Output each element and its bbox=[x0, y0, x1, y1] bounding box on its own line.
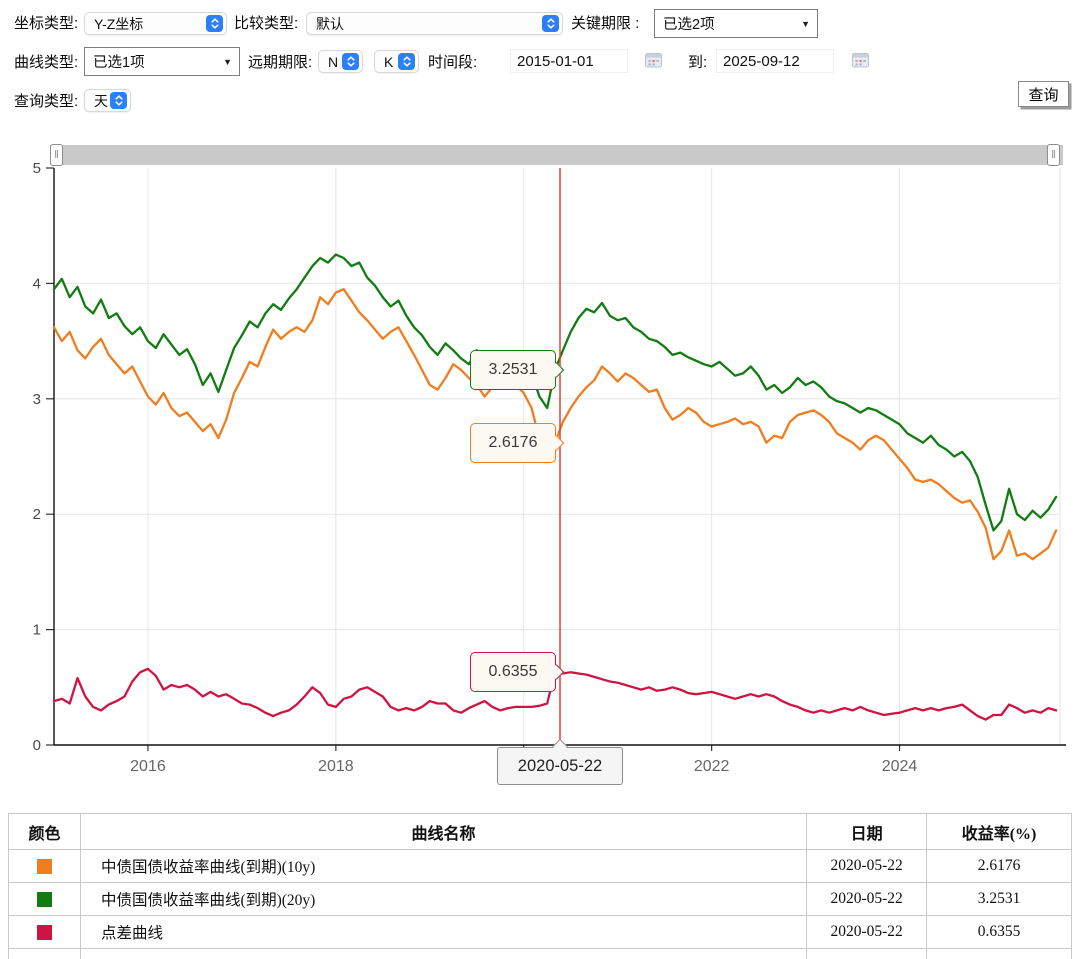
curve-name-cell: 点差曲线 bbox=[80, 916, 806, 949]
yield-value-cell: 2.6176 bbox=[927, 850, 1072, 883]
color-cell bbox=[9, 916, 81, 949]
x-tick-label: 2016 bbox=[130, 758, 166, 775]
series-color-swatch bbox=[37, 892, 52, 907]
y-tick-label: 3 bbox=[33, 391, 41, 408]
table-header-0: 颜色 bbox=[9, 814, 81, 850]
y-tick-label: 4 bbox=[33, 275, 41, 292]
yield-curve-query-page: 坐标类型: Y-Z坐标 比较类型: 默认 关键期限 : 已选2项 ▼ 曲线类型:… bbox=[0, 0, 1080, 959]
date-cell: 2020-05-22 bbox=[807, 850, 927, 883]
yield-value-cell: 0.6355 bbox=[927, 916, 1072, 949]
y-tick-label: 5 bbox=[33, 160, 41, 177]
table-row[interactable]: 中债国债收益率曲线(到期)(10y)2020-05-222.6176 bbox=[9, 850, 1072, 883]
tooltip-spread-value: 0.6355 bbox=[470, 652, 556, 692]
series-line-1 bbox=[54, 255, 1056, 531]
date-cell: 2020-05-22 bbox=[807, 916, 927, 949]
x-tick-label: 2022 bbox=[694, 758, 730, 775]
color-cell bbox=[9, 850, 81, 883]
color-cell bbox=[9, 883, 81, 916]
x-tick-label: 2018 bbox=[318, 758, 354, 775]
empty-cell bbox=[9, 949, 81, 959]
tooltip-10y-value: 2.6176 bbox=[470, 423, 556, 463]
empty-cell bbox=[927, 949, 1072, 959]
x-tick-label: 2024 bbox=[882, 758, 918, 775]
cursor-date-text: 2020-05-22 bbox=[518, 757, 602, 776]
table-header-1: 曲线名称 bbox=[80, 814, 806, 850]
empty-cell bbox=[807, 949, 927, 959]
y-tick-label: 1 bbox=[33, 622, 41, 639]
legend-table-header-row: 颜色曲线名称日期收益率(%) bbox=[9, 814, 1072, 850]
legend-table: 颜色曲线名称日期收益率(%) 中债国债收益率曲线(到期)(10y)2020-05… bbox=[8, 813, 1072, 959]
tooltip-20y-text: 3.2531 bbox=[489, 361, 538, 379]
table-row[interactable]: 点差曲线2020-05-220.6355 bbox=[9, 916, 1072, 949]
tooltip-20y-value: 3.2531 bbox=[470, 350, 556, 390]
cursor-date-box: 2020-05-22 bbox=[497, 747, 623, 785]
table-header-3: 收益率(%) bbox=[927, 814, 1072, 850]
series-color-swatch bbox=[37, 925, 52, 940]
date-cell: 2020-05-22 bbox=[807, 883, 927, 916]
table-row[interactable]: 中债国债收益率曲线(到期)(20y)2020-05-223.2531 bbox=[9, 883, 1072, 916]
tooltip-10y-text: 2.6176 bbox=[489, 434, 538, 452]
yield-value-cell: 3.2531 bbox=[927, 883, 1072, 916]
y-tick-label: 2 bbox=[33, 506, 41, 523]
empty-cell bbox=[80, 949, 806, 959]
y-tick-label: 0 bbox=[33, 737, 41, 754]
tooltip-spread-text: 0.6355 bbox=[489, 663, 538, 681]
series-color-swatch bbox=[37, 859, 52, 874]
curve-name-cell: 中债国债收益率曲线(到期)(10y) bbox=[80, 850, 806, 883]
table-header-2: 日期 bbox=[807, 814, 927, 850]
curve-name-cell: 中债国债收益率曲线(到期)(20y) bbox=[80, 883, 806, 916]
table-row-partial bbox=[9, 949, 1072, 959]
